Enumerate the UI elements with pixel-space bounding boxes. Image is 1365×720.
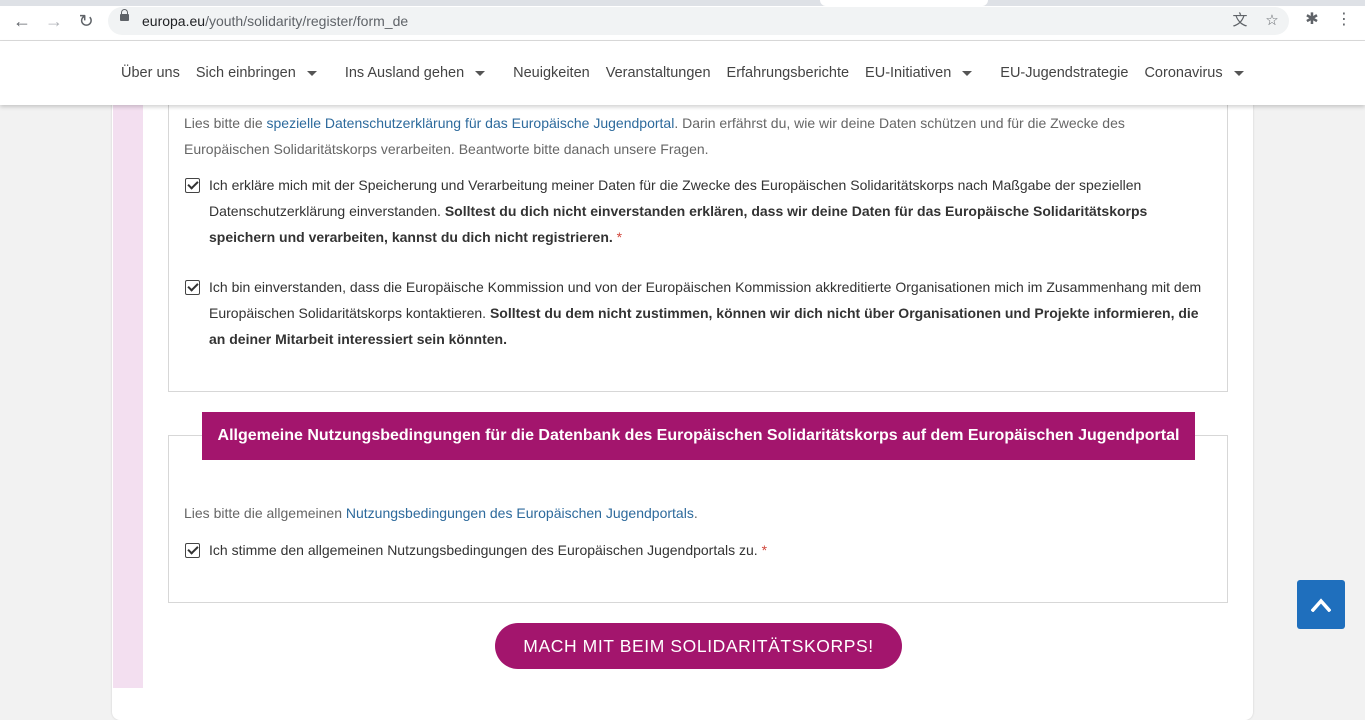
caret-down-icon — [1233, 70, 1244, 76]
privacy-intro-text: Lies bitte die spezielle Datenschutzerkl… — [184, 110, 1209, 162]
active-tab[interactable] — [820, 0, 988, 6]
required-marker: * — [761, 542, 768, 558]
url-text[interactable]: europa.eu/youth/solidarity/register/form… — [142, 13, 408, 29]
privacy-statement-link[interactable]: spezielle Datenschutzerklärung für das E… — [267, 115, 675, 131]
contact-consent-checkbox[interactable] — [185, 280, 200, 295]
terms-accept-text: Ich stimme den allgemeinen Nutzungsbedin… — [209, 542, 758, 558]
nav-item-label: EU-Initiativen — [865, 65, 952, 81]
nav-item-eu-jugendstrategie[interactable]: EU-Jugendstrategie — [1000, 65, 1128, 81]
chevron-up-icon — [1311, 597, 1331, 612]
main-navigation: Über uns Sich einbringen Ins Ausland gehen… — [121, 65, 1272, 81]
nav-item-label: Neuigkeiten — [513, 65, 590, 81]
translate-icon[interactable]: 文 — [1231, 12, 1249, 30]
lock-icon[interactable] — [120, 9, 129, 21]
terms-of-use-link[interactable]: Nutzungsbedingungen des Europäischen Jug… — [346, 505, 694, 521]
nav-item-label: Sich einbringen — [195, 65, 296, 81]
caret-down-icon — [962, 70, 973, 76]
contact-consent-label[interactable]: Ich bin einverstanden, dass die Europäis… — [209, 274, 1209, 352]
nav-item-label: EU-Jugendstrategie — [1000, 65, 1129, 81]
browser-menu-icon[interactable]: ⋮ — [1335, 11, 1353, 29]
terms-intro-prefix: Lies bitte die allgemeinen — [184, 505, 346, 521]
nav-item-sich-einbringen[interactable]: Sich einbringen — [196, 65, 317, 81]
reload-icon[interactable]: ↻ — [75, 10, 97, 32]
browser-toolbar: ← → ↻ europa.eu/youth/solidarity/registe… — [0, 0, 1365, 41]
join-solidarity-corps-button[interactable]: MACH MIT BEIM SOLIDARITÄTSKORPS! — [495, 623, 902, 669]
nav-item-label: Coronavirus — [1144, 65, 1223, 81]
nav-item-über-uns[interactable]: Über uns — [121, 65, 180, 81]
terms-intro-text: Lies bitte die allgemeinen Nutzungsbedin… — [184, 500, 1209, 526]
storage-consent-label[interactable]: Ich erkläre mich mit der Speicherung und… — [209, 172, 1209, 250]
required-marker: * — [616, 229, 623, 245]
bookmark-star-icon[interactable]: ☆ — [1263, 12, 1281, 30]
tab-strip — [0, 0, 1365, 6]
nav-item-veranstaltungen[interactable]: Veranstaltungen — [606, 65, 711, 81]
url-path: /youth/solidarity/register/form_de — [205, 13, 409, 29]
forward-arrow-icon[interactable]: → — [43, 10, 65, 32]
nav-item-coronavirus[interactable]: Coronavirus — [1144, 65, 1244, 81]
nav-item-label: Ins Ausland gehen — [344, 65, 465, 81]
nav-item-neuigkeiten[interactable]: Neuigkeiten — [513, 65, 590, 81]
caret-down-icon — [306, 70, 317, 76]
nav-item-ins-ausland-gehen[interactable]: Ins Ausland gehen — [344, 65, 486, 81]
terms-accept-label[interactable]: Ich stimme den allgemeinen Nutzungsbedin… — [209, 537, 1209, 563]
site-header: Über uns Sich einbringen Ins Ausland gehen… — [0, 41, 1365, 105]
nav-item-label: Erfahrungsberichte — [726, 65, 850, 81]
nav-item-label: Veranstaltungen — [605, 65, 711, 81]
terms-heading: Allgemeine Nutzungsbedingungen für die D… — [202, 412, 1195, 460]
terms-intro-suffix: . — [693, 505, 698, 521]
terms-accept-checkbox[interactable] — [185, 543, 200, 558]
privacy-intro-prefix: Lies bitte die — [184, 115, 267, 131]
nav-item-eu-initiativen[interactable]: EU-Initiativen — [865, 65, 973, 81]
back-arrow-icon[interactable]: ← — [11, 10, 33, 32]
extensions-puzzle-icon[interactable]: ✱ — [1303, 11, 1321, 29]
storage-consent-checkbox[interactable] — [185, 178, 200, 193]
url-domain: europa.eu — [142, 13, 206, 29]
address-bar[interactable]: europa.eu/youth/solidarity/register/form… — [108, 7, 1289, 35]
caret-down-icon — [475, 70, 486, 76]
nav-item-label: Über uns — [121, 65, 180, 81]
scroll-to-top-button[interactable] — [1297, 580, 1345, 629]
nav-item-erfahrungsberichte[interactable]: Erfahrungsberichte — [727, 65, 850, 81]
accent-sidebar-bar — [113, 105, 143, 688]
